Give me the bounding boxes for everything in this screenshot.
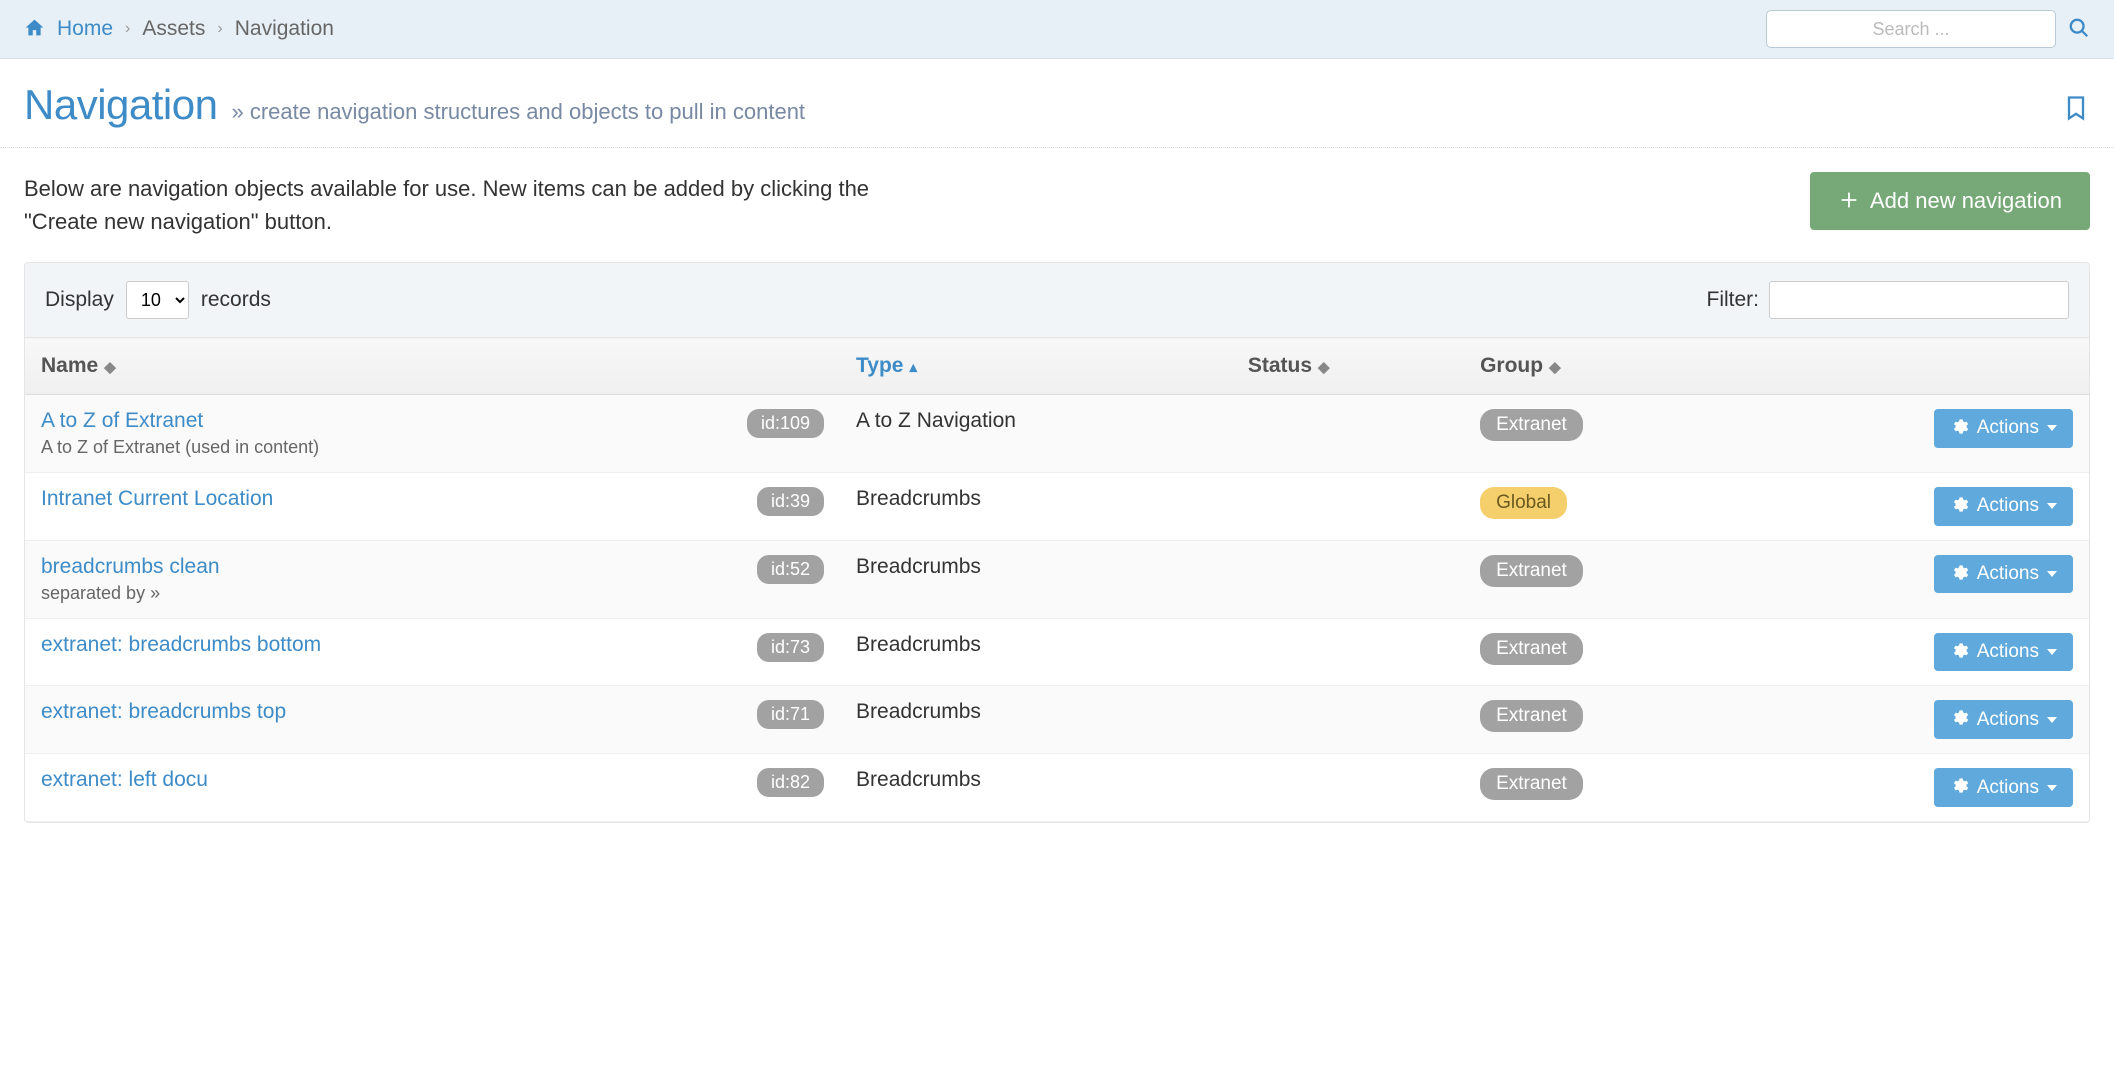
row-status [1232, 395, 1464, 473]
actions-label: Actions [1977, 777, 2039, 799]
intro-text: Below are navigation objects available f… [24, 172, 944, 238]
display-records-select[interactable]: 10 [126, 281, 189, 319]
actions-button[interactable]: Actions [1934, 555, 2073, 594]
breadcrumb-assets[interactable]: Assets [142, 17, 205, 41]
breadcrumb: Home › Assets › Navigation [24, 17, 334, 41]
filter-label: Filter: [1707, 288, 1760, 312]
bookmark-icon[interactable] [2062, 94, 2090, 126]
caret-down-icon [2047, 425, 2057, 431]
group-badge: Extranet [1480, 700, 1583, 732]
id-badge: id:52 [757, 555, 824, 584]
id-badge: id:109 [747, 409, 824, 438]
col-type[interactable]: Type▴ [840, 338, 1232, 395]
records-label: records [201, 288, 271, 312]
row-name-link[interactable]: extranet: breadcrumbs bottom [41, 633, 321, 656]
row-name-link[interactable]: A to Z of Extranet [41, 409, 203, 432]
table-row: extranet: left docu id:82 Breadcrumbs Ext… [25, 754, 2089, 822]
row-name-link[interactable]: breadcrumbs clean [41, 555, 220, 578]
row-name-link[interactable]: extranet: left docu [41, 768, 208, 791]
caret-down-icon [2047, 571, 2057, 577]
row-name-link[interactable]: extranet: breadcrumbs top [41, 700, 286, 723]
page-title: Navigation [24, 81, 217, 129]
sort-icon: ◆ [104, 359, 116, 376]
filter-input[interactable] [1769, 281, 2069, 319]
sort-icon: ◆ [1318, 359, 1330, 376]
caret-down-icon [2047, 649, 2057, 655]
row-status [1232, 686, 1464, 754]
col-actions [1739, 338, 2089, 395]
actions-label: Actions [1977, 563, 2039, 585]
caret-down-icon [2047, 717, 2057, 723]
actions-label: Actions [1977, 495, 2039, 517]
actions-button[interactable]: Actions [1934, 700, 2073, 739]
table-row: Intranet Current Location id:39 Breadcru… [25, 473, 2089, 541]
chevron-right-icon: › [125, 20, 130, 38]
add-button-label: Add new navigation [1870, 188, 2062, 214]
row-type: Breadcrumbs [840, 618, 1232, 686]
id-badge: id:39 [757, 487, 824, 516]
row-subtext: separated by » [41, 583, 220, 604]
group-badge: Extranet [1480, 409, 1583, 441]
gear-icon [1950, 563, 1969, 586]
plus-icon [1838, 188, 1860, 214]
group-badge: Extranet [1480, 633, 1583, 665]
breadcrumb-home[interactable]: Home [57, 17, 113, 41]
gear-icon [1950, 641, 1969, 664]
actions-button[interactable]: Actions [1934, 487, 2073, 526]
search-input[interactable] [1766, 10, 2056, 48]
search-icon[interactable] [2068, 16, 2090, 42]
row-type: Breadcrumbs [840, 473, 1232, 541]
actions-button[interactable]: Actions [1934, 768, 2073, 807]
actions-label: Actions [1977, 417, 2039, 439]
table-row: extranet: breadcrumbs top id:71 Breadcru… [25, 686, 2089, 754]
row-type: A to Z Navigation [840, 395, 1232, 473]
col-group[interactable]: Group◆ [1464, 338, 1739, 395]
row-status [1232, 754, 1464, 822]
display-label: Display [45, 288, 114, 312]
row-status [1232, 618, 1464, 686]
page-subtitle: create navigation structures and objects… [231, 99, 805, 125]
actions-label: Actions [1977, 641, 2039, 663]
id-badge: id:71 [757, 700, 824, 729]
caret-down-icon [2047, 785, 2057, 791]
chevron-right-icon: › [217, 20, 222, 38]
table-row: extranet: breadcrumbs bottom id:73 Bread… [25, 618, 2089, 686]
add-navigation-button[interactable]: Add new navigation [1810, 172, 2090, 230]
caret-down-icon [2047, 503, 2057, 509]
actions-button[interactable]: Actions [1934, 409, 2073, 448]
id-badge: id:73 [757, 633, 824, 662]
id-badge: id:82 [757, 768, 824, 797]
row-subtext: A to Z of Extranet (used in content) [41, 437, 319, 458]
actions-button[interactable]: Actions [1934, 633, 2073, 672]
row-status [1232, 540, 1464, 618]
home-icon [24, 17, 45, 41]
col-name[interactable]: Name◆ [25, 338, 840, 395]
row-status [1232, 473, 1464, 541]
gear-icon [1950, 495, 1969, 518]
table-row: A to Z of Extranet A to Z of Extranet (u… [25, 395, 2089, 473]
col-status[interactable]: Status◆ [1232, 338, 1464, 395]
row-name-link[interactable]: Intranet Current Location [41, 487, 273, 510]
row-type: Breadcrumbs [840, 540, 1232, 618]
sort-icon: ◆ [1549, 359, 1561, 376]
group-badge: Extranet [1480, 768, 1583, 800]
row-type: Breadcrumbs [840, 686, 1232, 754]
actions-label: Actions [1977, 709, 2039, 731]
row-type: Breadcrumbs [840, 754, 1232, 822]
breadcrumb-current: Navigation [235, 17, 334, 41]
table-row: breadcrumbs clean separated by » id:52 B… [25, 540, 2089, 618]
navigation-table: Name◆ Type▴ Status◆ Group◆ A to Z of Ext… [25, 337, 2089, 822]
gear-icon [1950, 708, 1969, 731]
gear-icon [1950, 417, 1969, 440]
sort-asc-icon: ▴ [910, 359, 918, 376]
group-badge: Extranet [1480, 555, 1583, 587]
group-badge: Global [1480, 487, 1567, 519]
gear-icon [1950, 776, 1969, 799]
